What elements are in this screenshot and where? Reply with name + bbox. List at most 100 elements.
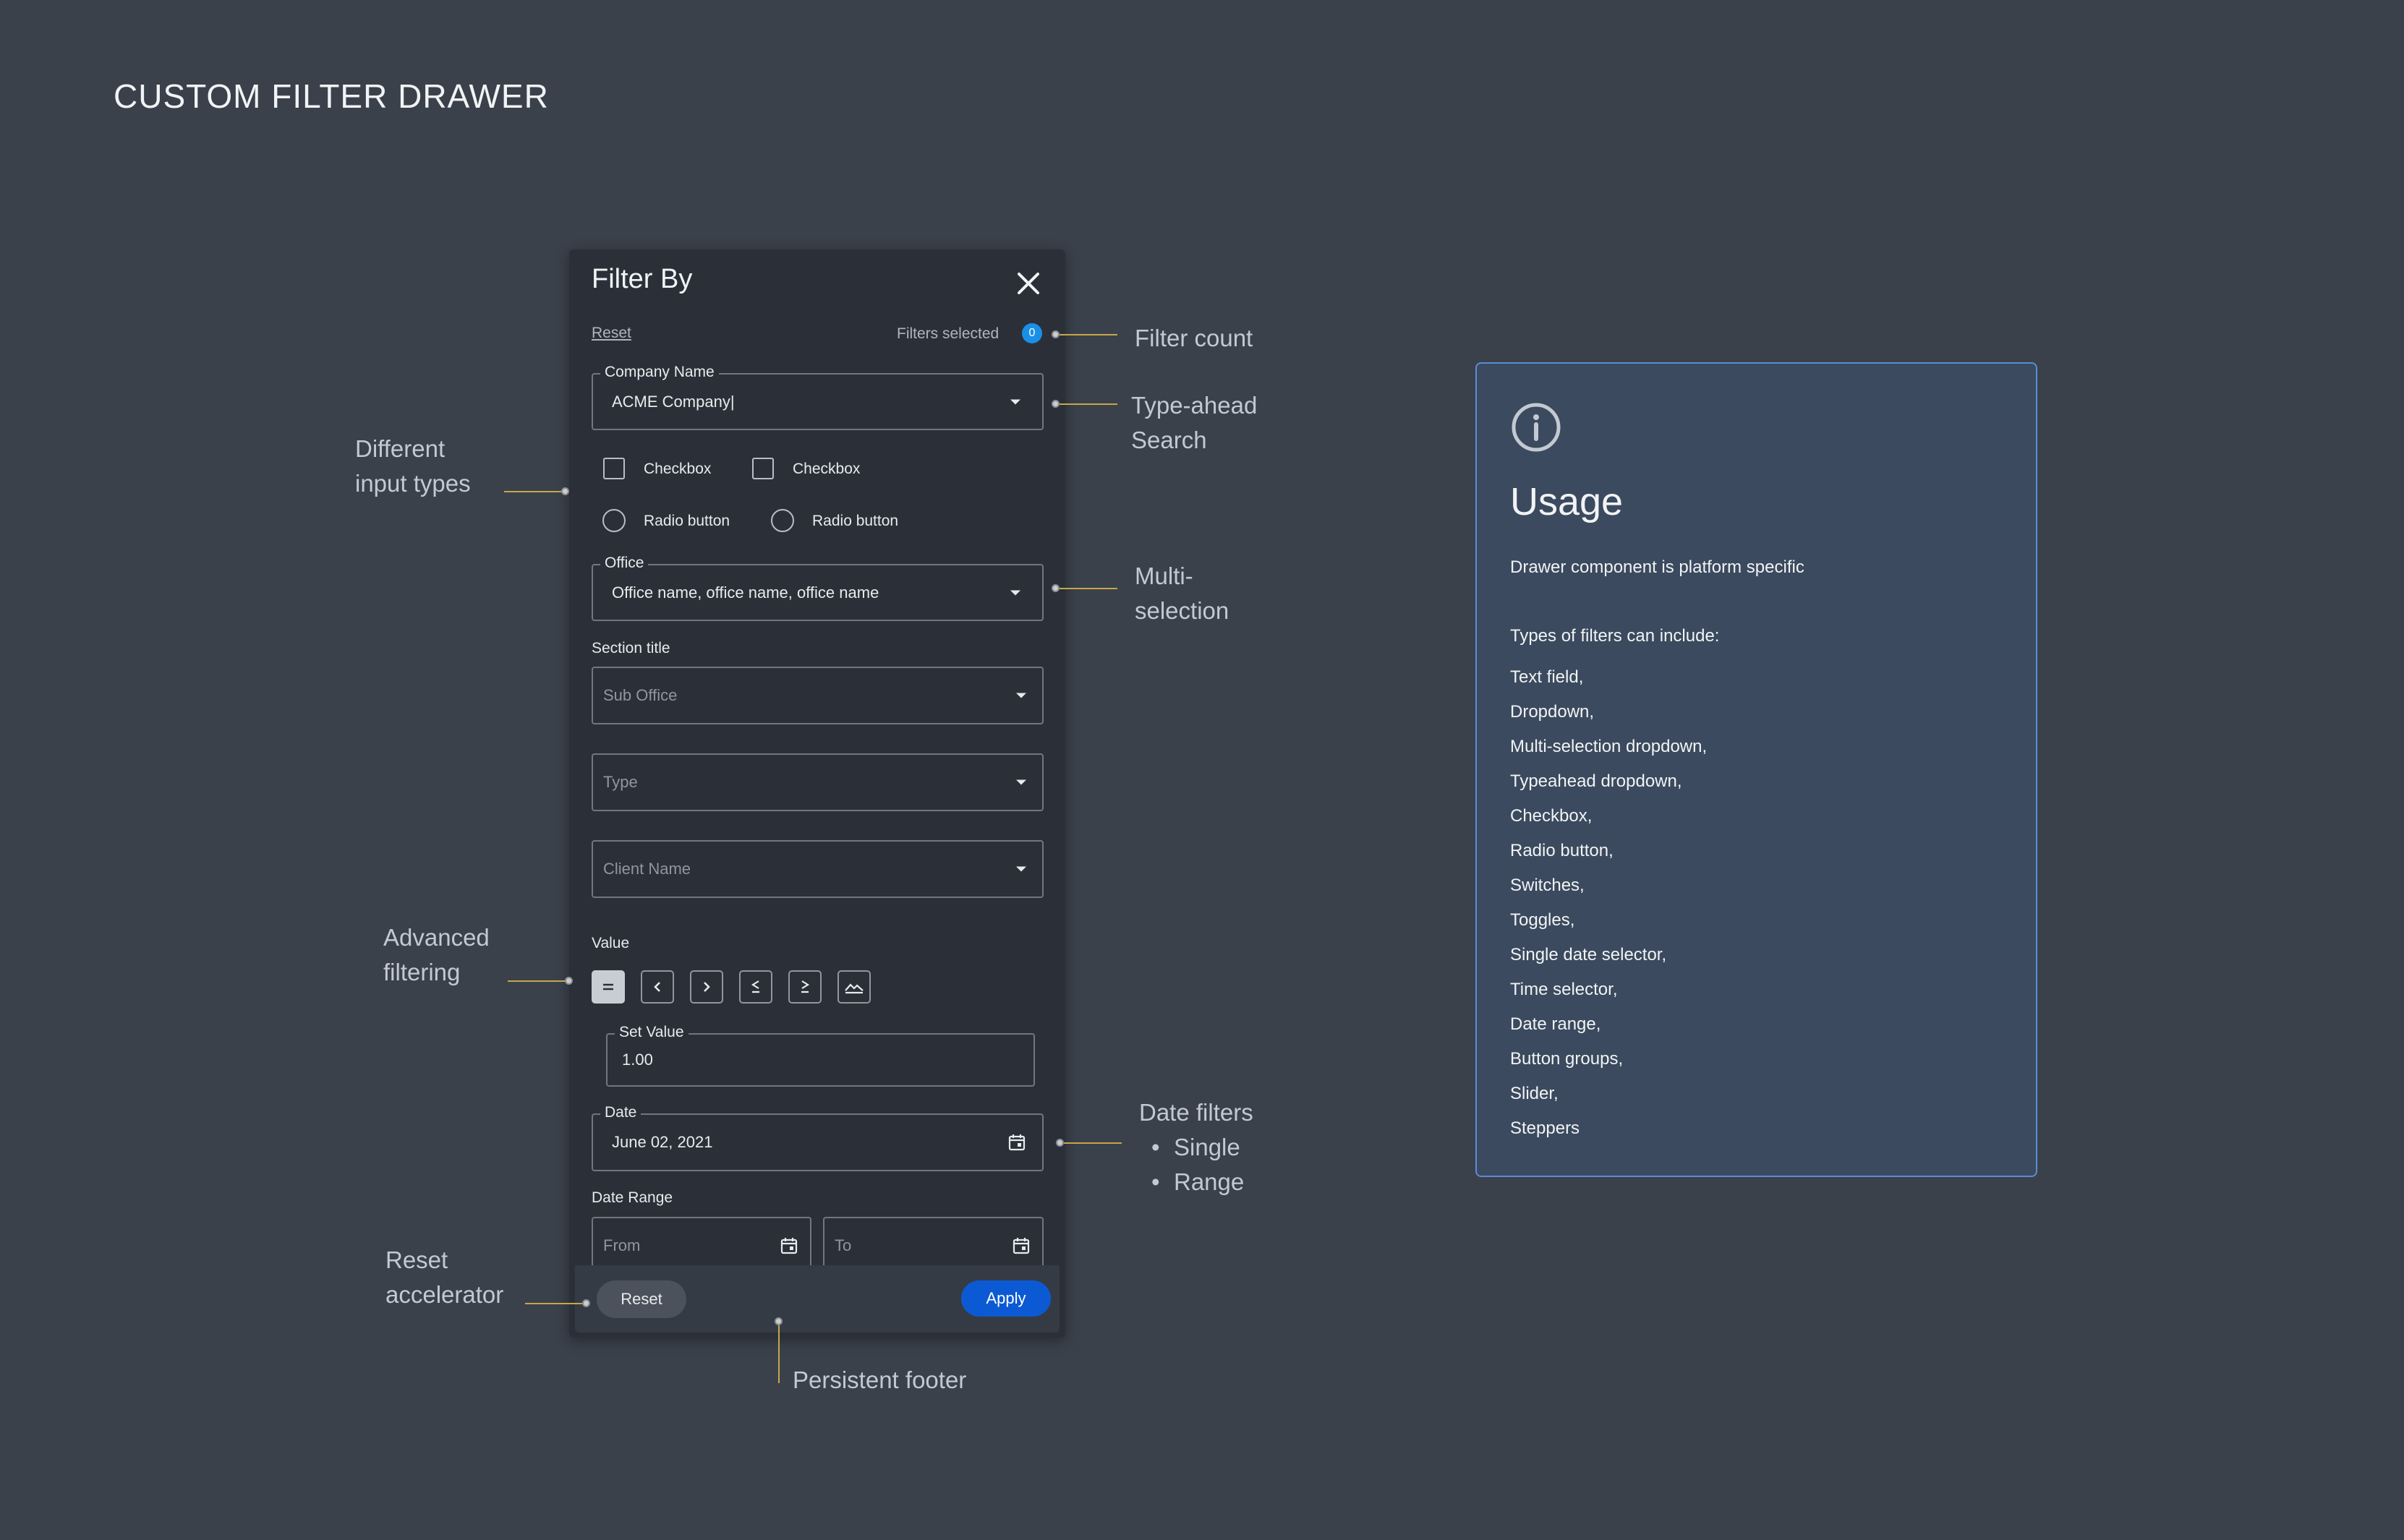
date-from-placeholder: From	[603, 1236, 641, 1254]
type-placeholder: Type	[603, 773, 638, 791]
sub-office-dropdown[interactable]: Sub Office	[592, 667, 1044, 724]
filter-count-badge: 0	[1022, 323, 1042, 343]
radio-1-label: Radio button	[644, 513, 730, 529]
annotation-dot	[1052, 584, 1060, 592]
annotation-connector	[1060, 334, 1117, 335]
section-title: Section title	[592, 640, 670, 656]
annotation-dot	[565, 977, 573, 985]
list-item: Date range,	[1510, 1014, 1601, 1034]
calendar-icon[interactable]	[1012, 1236, 1031, 1255]
reset-link[interactable]: Reset	[592, 325, 631, 342]
office-label: Office	[600, 555, 649, 572]
annotation-typeahead-line2: Search	[1131, 427, 1207, 453]
checkbox-2-label: Checkbox	[793, 461, 861, 477]
chevron-down-icon[interactable]	[1016, 779, 1026, 785]
usage-card: Usage Drawer component is platform speci…	[1475, 362, 2037, 1177]
company-name-field[interactable]: Company Name ACME Company|	[592, 364, 1044, 430]
chevron-down-icon[interactable]	[1010, 590, 1020, 595]
chevron-down-icon[interactable]	[1010, 399, 1020, 404]
drawer-title: Filter By	[592, 264, 693, 294]
annotation-reset-line1: Reset	[385, 1246, 448, 1273]
operator-greater-or-equal-button[interactable]	[788, 970, 822, 1004]
date-value[interactable]: June 02, 2021	[612, 1133, 712, 1152]
usage-intro: Types of filters can include:	[1510, 626, 1720, 646]
list-item: Dropdown,	[1510, 702, 1595, 722]
annotation-advanced-line2: filtering	[383, 959, 461, 985]
radio-2[interactable]	[771, 509, 794, 532]
less-than-icon	[654, 982, 660, 992]
calendar-icon[interactable]	[1007, 1133, 1026, 1152]
office-multiselect[interactable]: Office Office name, office name, office …	[592, 555, 1044, 621]
equals-icon	[603, 983, 613, 991]
annotation-connector	[1060, 403, 1117, 405]
less-or-equal-icon	[751, 980, 759, 993]
close-icon[interactable]	[1010, 265, 1047, 301]
close-button[interactable]	[1010, 265, 1047, 301]
list-item: Switches,	[1510, 876, 1585, 895]
annotation-filter-count: Filter count	[1135, 325, 1253, 351]
annotation-multi-line1: Multi-	[1135, 562, 1193, 589]
reset-button[interactable]: Reset	[597, 1280, 686, 1318]
annotation-advanced-line1: Advanced	[383, 924, 490, 951]
chevron-down-icon[interactable]	[1016, 693, 1026, 698]
annotation-dot	[1052, 330, 1060, 338]
annotation-different-line1: Different	[355, 435, 446, 462]
list-item: Multi-selection dropdown,	[1510, 737, 1708, 756]
type-dropdown[interactable]: Type	[592, 753, 1044, 811]
radio-1[interactable]	[602, 509, 626, 532]
chevron-down-icon[interactable]	[1016, 866, 1026, 872]
list-item: Radio button,	[1510, 841, 1614, 860]
calendar-icon[interactable]	[780, 1236, 798, 1255]
set-value-field[interactable]: Set Value 1.00	[606, 1024, 1035, 1087]
apply-button[interactable]: Apply	[961, 1280, 1051, 1317]
operator-greater-than-button[interactable]	[690, 970, 723, 1004]
client-name-dropdown[interactable]: Client Name	[592, 840, 1044, 898]
annotation-dot	[1052, 400, 1060, 408]
usage-description: Drawer component is platform specific	[1510, 557, 1804, 577]
greater-or-equal-icon	[801, 980, 810, 993]
annotation-date-single-bullet: •	[1151, 1134, 1160, 1160]
date-range-label: Date Range	[592, 1189, 673, 1206]
list-item: Slider,	[1510, 1084, 1559, 1103]
annotation-dot	[561, 487, 569, 495]
operator-equals-button[interactable]	[592, 970, 625, 1004]
list-item: Time selector,	[1510, 980, 1618, 999]
annotation-date-range-bullet: •	[1151, 1168, 1160, 1195]
checkbox-1-label: Checkbox	[644, 461, 712, 477]
filter-drawer: Filter By Reset Filters selected 0 Compa…	[569, 249, 1065, 1338]
office-value: Office name, office name, office name	[612, 583, 879, 602]
set-value-label: Set Value	[615, 1024, 689, 1041]
range-icon	[845, 983, 864, 994]
greater-than-icon	[704, 982, 710, 992]
usage-list: Text field, Dropdown, Multi-selection dr…	[1510, 660, 1707, 1146]
list-item: Toggles,	[1510, 910, 1575, 930]
annotation-typeahead-line1: Type-ahead	[1131, 392, 1258, 419]
company-name-value[interactable]: ACME Company|	[612, 393, 735, 411]
operator-range-button[interactable]	[837, 970, 871, 1004]
operator-less-or-equal-button[interactable]	[739, 970, 772, 1004]
date-field[interactable]: Date June 02, 2021	[592, 1104, 1044, 1171]
date-to-placeholder: To	[835, 1236, 852, 1254]
value-label: Value	[592, 935, 630, 951]
company-name-label: Company Name	[600, 364, 719, 381]
radio-2-label: Radio button	[812, 513, 899, 529]
annotation-connector	[1064, 1142, 1122, 1144]
set-value-value[interactable]: 1.00	[622, 1051, 653, 1069]
annotation-date-single: Single	[1174, 1134, 1240, 1160]
annotation-date-range: Range	[1174, 1168, 1245, 1195]
drawer-footer: Reset Apply	[575, 1265, 1060, 1332]
annotation-connector	[508, 980, 566, 982]
annotation-dot	[582, 1299, 590, 1307]
annotation-dot	[775, 1317, 783, 1325]
checkbox-1[interactable]	[603, 458, 625, 479]
usage-title: Usage	[1510, 480, 1624, 523]
list-item: Checkbox,	[1510, 806, 1593, 826]
checkbox-2[interactable]	[752, 458, 774, 479]
info-icon	[1512, 403, 1561, 452]
annotation-different-line2: input types	[355, 470, 471, 497]
page-title: CUSTOM FILTER DRAWER	[114, 77, 549, 115]
annotation-connector	[504, 491, 562, 492]
filters-selected-label: Filters selected	[897, 325, 999, 342]
annotation-date-filters: Date filters	[1139, 1099, 1253, 1126]
operator-less-than-button[interactable]	[641, 970, 674, 1004]
